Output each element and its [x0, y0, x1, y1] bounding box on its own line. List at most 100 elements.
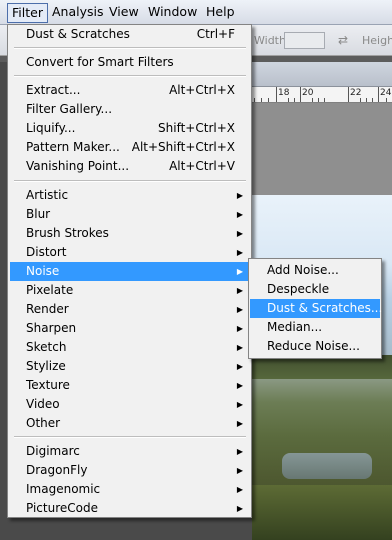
menu-item-render[interactable]: Render ▶: [10, 300, 249, 319]
menu-item-label: Video: [26, 397, 60, 411]
menu-item-label: Vanishing Point...: [26, 159, 130, 173]
menu-item-sketch[interactable]: Sketch ▶: [10, 338, 249, 357]
menu-item-other[interactable]: Other ▶: [10, 414, 249, 433]
menu-item-label: Texture: [26, 378, 70, 392]
document-tab[interactable]: [252, 62, 392, 87]
menu-item-label: Pattern Maker...: [26, 140, 120, 154]
menu-item-brush-strokes[interactable]: Brush Strokes ▶: [10, 224, 249, 243]
menu-item-shortcut: Alt+Shift+Ctrl+X: [131, 140, 235, 154]
menu-item-dragonfly[interactable]: DragonFly ▶: [10, 461, 249, 480]
menu-item-liquify[interactable]: Liquify... Shift+Ctrl+X: [10, 119, 249, 138]
menu-item-stylize[interactable]: Stylize ▶: [10, 357, 249, 376]
menu-item-artistic[interactable]: Artistic ▶: [10, 186, 249, 205]
menu-item-label: Noise: [26, 264, 60, 278]
submenu-arrow-icon: ▶: [236, 419, 243, 428]
menu-item-label: DragonFly: [26, 463, 88, 477]
submenu-item-median[interactable]: Median...: [250, 318, 380, 337]
menu-item-shortcut: Alt+Ctrl+X: [169, 83, 235, 97]
menu-item-label: Render: [26, 302, 69, 316]
menu-filter[interactable]: Filter: [7, 3, 48, 23]
menu-item-label: Distort: [26, 245, 67, 259]
filter-menu: Dust & Scratches Ctrl+F Convert for Smar…: [7, 24, 252, 518]
menu-analysis[interactable]: Analysis: [52, 4, 104, 20]
ruler-label: 22: [350, 88, 362, 98]
menu-item-label: Extract...: [26, 83, 81, 97]
menu-item-label: Stylize: [26, 359, 66, 373]
menu-item-extract[interactable]: Extract... Alt+Ctrl+X: [10, 81, 249, 100]
ruler-label: 18: [278, 88, 290, 98]
menu-item-label: Filter Gallery...: [26, 102, 113, 116]
menu-item-pixelate[interactable]: Pixelate ▶: [10, 281, 249, 300]
menu-item-label: Despeckle: [267, 282, 330, 296]
menu-item-sharpen[interactable]: Sharpen ▶: [10, 319, 249, 338]
submenu-arrow-icon: ▶: [236, 343, 243, 352]
menu-window[interactable]: Window: [148, 4, 197, 20]
menu-item-label: Other: [26, 416, 61, 430]
submenu-arrow-icon: ▶: [236, 381, 243, 390]
submenu-arrow-icon: ▶: [236, 400, 243, 409]
menu-item-shortcut: Alt+Ctrl+V: [169, 159, 235, 173]
submenu-arrow-icon: ▶: [236, 485, 243, 494]
menu-item-label: Reduce Noise...: [267, 339, 360, 353]
menu-item-video[interactable]: Video ▶: [10, 395, 249, 414]
menu-separator: [14, 75, 246, 77]
submenu-arrow-icon: ▶: [236, 362, 243, 371]
foreground-grass: [252, 485, 392, 540]
landscape-photo[interactable]: [252, 195, 392, 540]
menu-view[interactable]: View: [109, 4, 139, 20]
menu-item-label: Dust & Scratches...: [267, 301, 383, 315]
noise-submenu: Add Noise... Despeckle Dust & Scratches.…: [248, 258, 382, 359]
menu-bar: Filter Analysis View Window Help: [0, 0, 392, 25]
submenu-item-despeckle[interactable]: Despeckle: [250, 280, 380, 299]
menu-item-label: Liquify...: [26, 121, 76, 135]
height-label: Height: [362, 34, 392, 47]
menu-item-shortcut: Shift+Ctrl+X: [158, 121, 235, 135]
menu-item-label: Imagenomic: [26, 482, 101, 496]
menu-help[interactable]: Help: [206, 4, 235, 20]
canvas-background: [252, 103, 392, 195]
menu-separator: [14, 47, 246, 49]
menu-item-label: PictureCode: [26, 501, 98, 515]
menu-separator: [14, 436, 246, 438]
menu-item-label: Median...: [267, 320, 323, 334]
menu-item-digimarc[interactable]: Digimarc ▶: [10, 442, 249, 461]
menu-separator: [14, 180, 246, 182]
menu-item-label: Sharpen: [26, 321, 77, 335]
menu-item-label: Blur: [26, 207, 51, 221]
submenu-arrow-icon: ▶: [236, 324, 243, 333]
menu-item-filter-gallery[interactable]: Filter Gallery...: [10, 100, 249, 119]
pond: [282, 453, 372, 479]
submenu-item-dust-scratches[interactable]: Dust & Scratches...: [250, 299, 383, 318]
menu-item-picturecode[interactable]: PictureCode ▶: [10, 499, 249, 518]
width-field[interactable]: [284, 32, 325, 49]
menu-item-label: Digimarc: [26, 444, 80, 458]
menu-item-imagenomic[interactable]: Imagenomic ▶: [10, 480, 249, 499]
menu-item-pattern-maker[interactable]: Pattern Maker... Alt+Shift+Ctrl+X: [10, 138, 249, 157]
submenu-arrow-icon: ▶: [236, 229, 243, 238]
menu-item-label: Dust & Scratches: [26, 27, 130, 41]
submenu-arrow-icon: ▶: [236, 305, 243, 314]
menu-item-shortcut: Ctrl+F: [196, 27, 235, 41]
menu-item-label: Add Noise...: [267, 263, 339, 277]
menu-item-texture[interactable]: Texture ▶: [10, 376, 249, 395]
horizontal-ruler: 18 20 22 24: [252, 87, 392, 103]
ruler-label: 20: [302, 88, 314, 98]
submenu-arrow-icon: ▶: [236, 191, 243, 200]
ruler-label: 24: [380, 88, 392, 98]
menu-item-distort[interactable]: Distort ▶: [10, 243, 249, 262]
menu-item-last-filter[interactable]: Dust & Scratches Ctrl+F: [10, 25, 249, 44]
menu-item-blur[interactable]: Blur ▶: [10, 205, 249, 224]
menu-item-noise[interactable]: Noise ▶: [10, 262, 249, 281]
menu-item-label: Convert for Smart Filters: [26, 55, 174, 69]
submenu-arrow-icon: ▶: [236, 248, 243, 257]
submenu-arrow-icon: ▶: [236, 210, 243, 219]
menu-item-label: Brush Strokes: [26, 226, 109, 240]
submenu-item-reduce-noise[interactable]: Reduce Noise...: [250, 337, 380, 356]
menu-item-label: Artistic: [26, 188, 69, 202]
swap-icon[interactable]: ⇄: [335, 33, 351, 47]
submenu-item-add-noise[interactable]: Add Noise...: [250, 261, 380, 280]
menu-item-vanishing-point[interactable]: Vanishing Point... Alt+Ctrl+V: [10, 157, 249, 176]
submenu-arrow-icon: ▶: [236, 286, 243, 295]
menu-item-convert-smart-filters[interactable]: Convert for Smart Filters: [10, 53, 249, 72]
menu-item-label: Pixelate: [26, 283, 74, 297]
